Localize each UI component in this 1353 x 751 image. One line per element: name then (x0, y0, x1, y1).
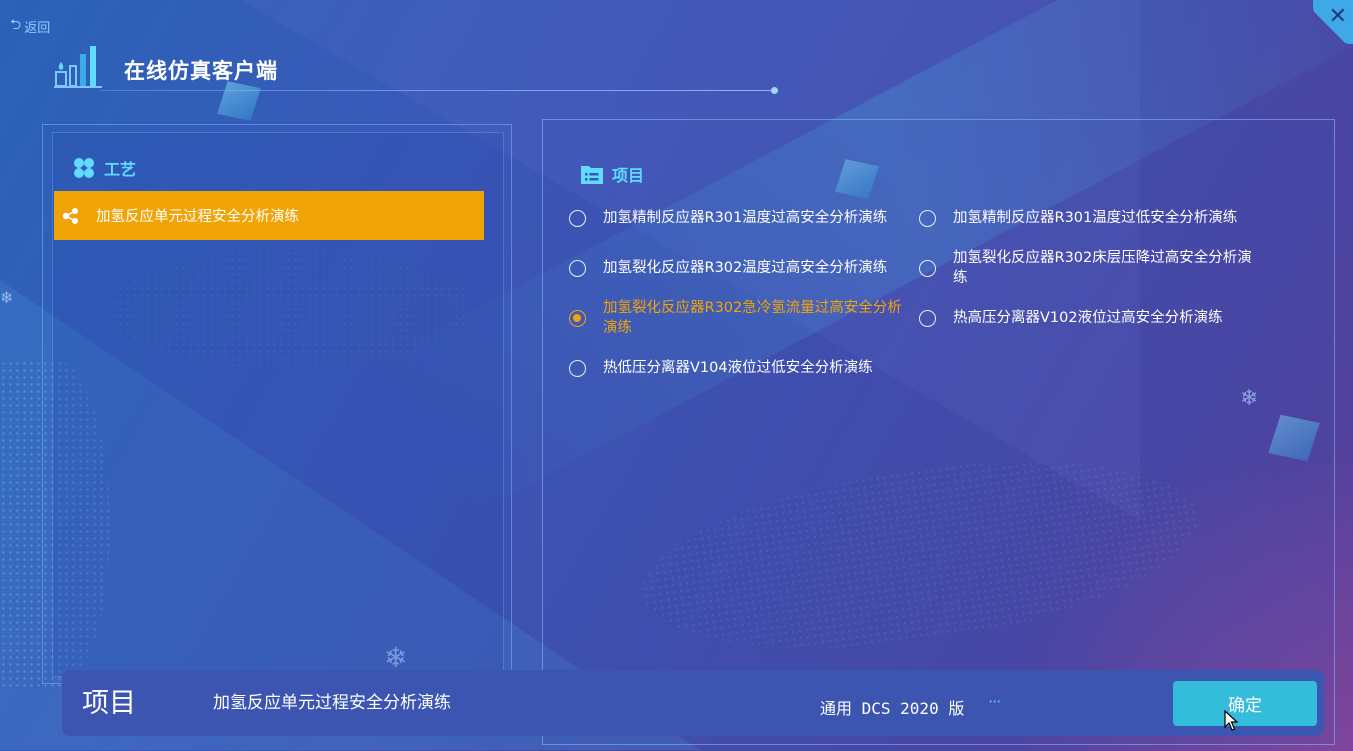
radio-button[interactable] (919, 309, 936, 327)
project-option[interactable]: 加氢裂化反应器R302床层压降过高安全分析演练 (916, 246, 1266, 290)
craft-section-header: 工艺 (72, 156, 136, 180)
project-option[interactable]: 热低压分离器V104液位过低安全分析演练 (566, 346, 916, 390)
project-option[interactable]: 加氢精制反应器R301温度过高安全分析演练 (566, 196, 916, 240)
project-option-label: 加氢裂化反应器R302床层压降过高安全分析演练 (953, 250, 1252, 286)
project-option-label: 热高压分离器V102液位过高安全分析演练 (953, 310, 1223, 326)
close-icon: ✕ (1328, 4, 1347, 29)
project-option-label: 加氢裂化反应器R302温度过高安全分析演练 (603, 260, 888, 276)
project-option[interactable]: 热高压分离器V102液位过高安全分析演练 (916, 296, 1266, 340)
project-option[interactable]: 加氢裂化反应器R302温度过高安全分析演练 (566, 246, 916, 290)
project-option-label: 热低压分离器V104液位过低安全分析演练 (603, 360, 873, 376)
radio-button[interactable] (569, 259, 586, 277)
craft-item[interactable]: 加氢反应单元过程安全分析演练 (54, 191, 484, 240)
petals-icon (74, 158, 94, 178)
project-option-label: 加氢裂化反应器R302急冷氢流量过高安全分析演练 (603, 300, 902, 336)
snowflake-icon: ❄ (0, 288, 14, 307)
footer-project-key: 项目 (82, 688, 136, 719)
mouse-cursor-icon (1224, 710, 1238, 731)
confirm-button[interactable]: 确定 (1173, 681, 1317, 726)
title-divider-dot (771, 87, 778, 94)
project-option-label: 加氢精制反应器R301温度过低安全分析演练 (953, 210, 1238, 226)
app-title: 在线仿真客户端 (124, 59, 278, 83)
version-label: 通用 DCS 2020 版 (820, 699, 965, 718)
radio-button[interactable] (569, 359, 586, 377)
title-divider (100, 90, 774, 91)
project-option-label: 加氢精制反应器R301温度过高安全分析演练 (603, 210, 888, 226)
radio-button[interactable] (569, 209, 586, 227)
project-option[interactable]: 加氢精制反应器R301温度过低安全分析演练 (916, 196, 1266, 240)
share-nodes-icon (62, 207, 78, 224)
folder-list-icon (581, 166, 603, 184)
more-icon[interactable]: ··· (988, 692, 1001, 711)
radio-button[interactable] (919, 259, 936, 277)
back-arrow-icon: ⮌ (10, 17, 22, 33)
radio-button[interactable] (919, 209, 936, 227)
factory-logo-icon (54, 46, 102, 88)
craft-section-title: 工艺 (104, 160, 137, 179)
cube-decoration (217, 81, 261, 121)
project-section-header: 项目 (580, 162, 644, 186)
back-label: 返回 (24, 20, 51, 36)
project-section-title: 项目 (612, 166, 645, 185)
craft-item-label: 加氢反应单元过程安全分析演练 (96, 209, 299, 225)
footer-project-value: 加氢反应单元过程安全分析演练 (213, 693, 451, 713)
project-options: 加氢精制反应器R301温度过高安全分析演练 加氢精制反应器R301温度过低安全分… (566, 196, 1286, 390)
back-button[interactable]: ⮌ 返回 (10, 14, 50, 38)
close-button[interactable]: ✕ (1313, 0, 1353, 44)
radio-button-checked[interactable] (569, 309, 586, 327)
project-option-selected[interactable]: 加氢裂化反应器R302急冷氢流量过高安全分析演练 (566, 296, 916, 340)
